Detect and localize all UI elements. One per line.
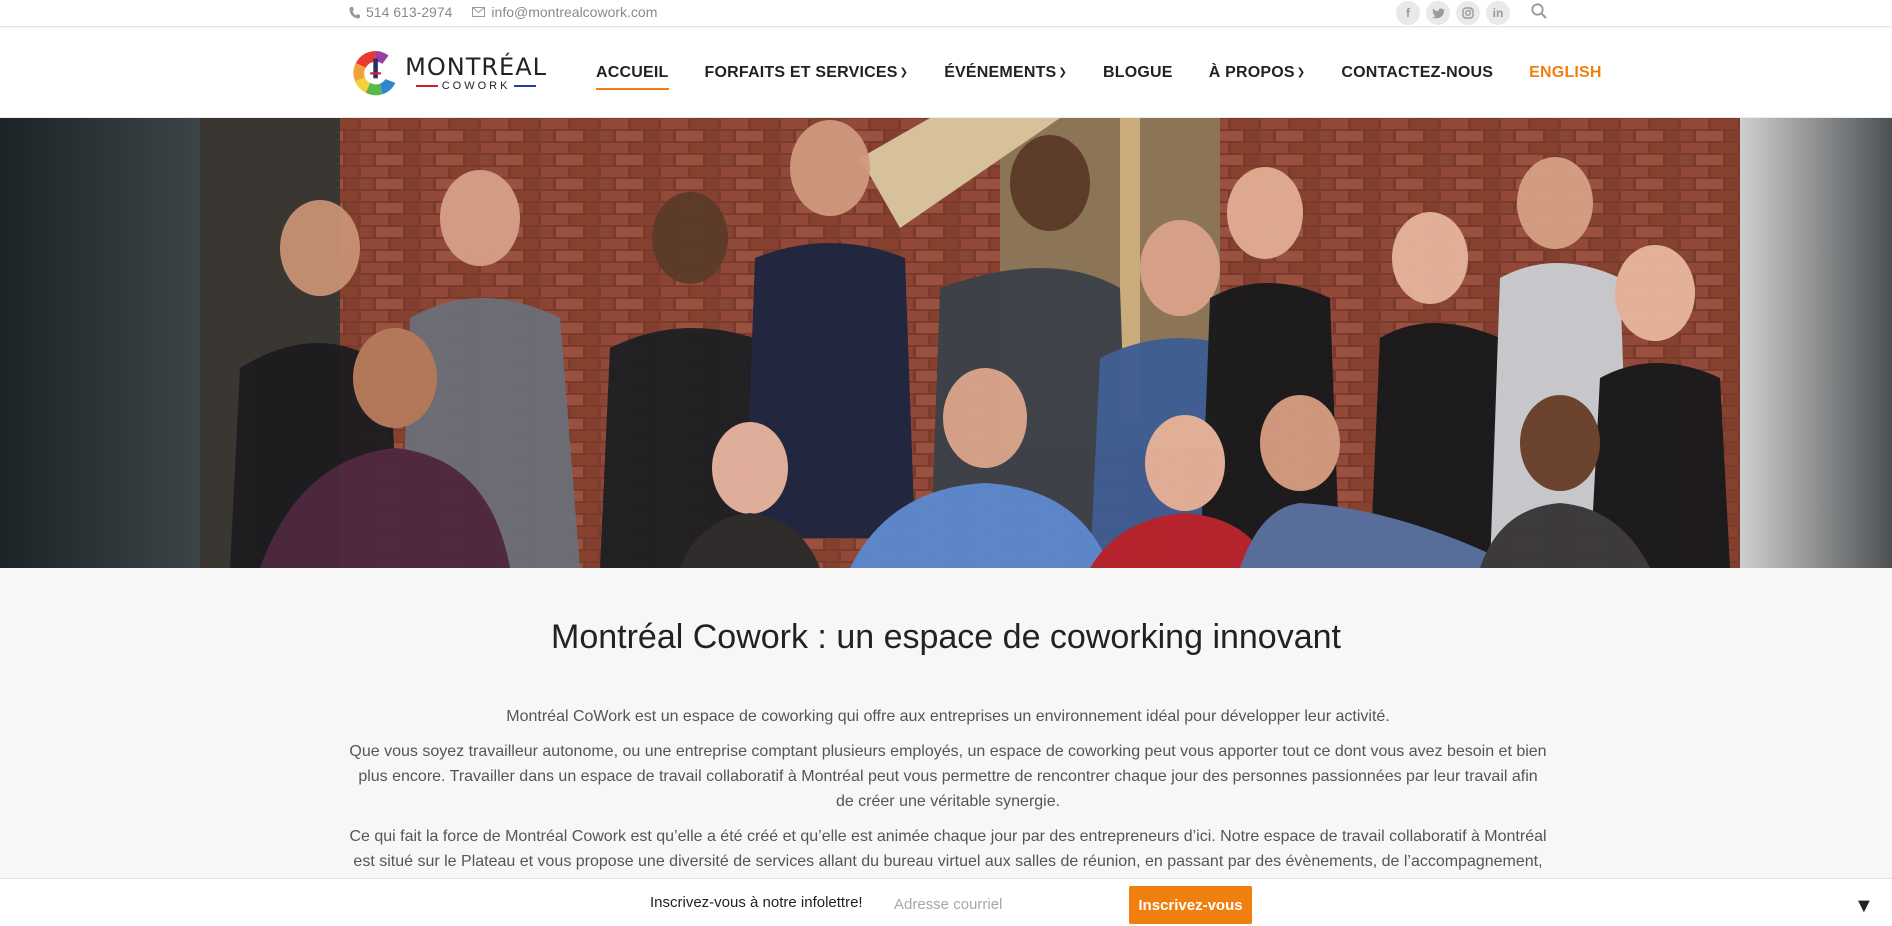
- hero-team-photo: [0, 118, 1892, 568]
- email-item[interactable]: info@montrealcowork.com: [472, 4, 657, 20]
- nav-english[interactable]: ENGLISH: [1529, 58, 1602, 88]
- newsletter-subscribe-button[interactable]: Inscrivez-vous: [1129, 886, 1252, 924]
- contact-info: 514 613-2974 info@montrealcowork.com: [349, 0, 657, 24]
- nav-label: ÉVÉNEMENTS: [944, 64, 1057, 81]
- intro-paragraph-1: Montréal CoWork est un espace de coworki…: [506, 708, 1390, 725]
- nav-label: ACCUEIL: [596, 64, 669, 81]
- logo-mark-icon: [353, 50, 398, 96]
- intro-section: Montréal Cowork : un espace de coworking…: [0, 568, 1892, 878]
- envelope-icon: [472, 7, 486, 17]
- site-logo[interactable]: MONTRÉAL COWORK: [352, 42, 547, 104]
- nav-contactez-nous[interactable]: CONTACTEZ-NOUS: [1341, 58, 1493, 88]
- nav-blogue[interactable]: BLOGUE: [1103, 58, 1173, 88]
- chevron-down-icon: ❯: [899, 67, 909, 78]
- phone-number: 514 613-2974: [366, 4, 453, 20]
- nav-label: CONTACTEZ-NOUS: [1341, 64, 1494, 81]
- main-nav: ACCUEIL FORFAITS ET SERVICES ❯ ÉVÉNEMENTS…: [596, 28, 1602, 118]
- nav-label: BLOGUE: [1103, 64, 1173, 81]
- nav-a-propos[interactable]: À PROPOS ❯: [1209, 58, 1306, 88]
- nav-accueil[interactable]: ACCUEIL: [596, 58, 669, 90]
- site-header: MONTRÉAL COWORK ACCUEIL FORFAITS ET SERV…: [0, 28, 1892, 118]
- chevron-down-icon: ❯: [1296, 67, 1306, 78]
- phone-item[interactable]: 514 613-2974: [349, 4, 452, 20]
- intro-paragraph-3: Ce qui fait la force de Montréal Cowork …: [349, 828, 1547, 870]
- top-bar: 514 613-2974 info@montrealcowork.com f i…: [0, 0, 1892, 27]
- logo-line2: COWORK: [441, 79, 511, 92]
- newsletter-bar: Inscrivez-vous à notre infolettre! Inscr…: [0, 878, 1892, 926]
- newsletter-label: Inscrivez-vous à notre infolettre!: [650, 894, 863, 911]
- logo-text: MONTRÉAL COWORK: [405, 55, 547, 92]
- instagram-icon[interactable]: [1456, 1, 1480, 25]
- linkedin-icon[interactable]: in: [1486, 1, 1510, 25]
- facebook-icon[interactable]: f: [1396, 1, 1420, 25]
- logo-line2-wrap: COWORK: [415, 79, 537, 92]
- search-icon[interactable]: [1530, 2, 1548, 20]
- twitter-icon[interactable]: [1426, 1, 1450, 25]
- nav-evenements[interactable]: ÉVÉNEMENTS ❯: [944, 58, 1067, 88]
- page-title: Montréal Cowork : un espace de coworking…: [551, 618, 1341, 656]
- social-links: f in: [1396, 1, 1510, 25]
- nav-forfaits-et-services[interactable]: FORFAITS ET SERVICES ❯: [705, 58, 909, 88]
- collapse-arrow-icon[interactable]: ▼: [1854, 895, 1874, 918]
- chevron-down-icon: ❯: [1058, 67, 1068, 78]
- nav-label: À PROPOS: [1208, 64, 1295, 81]
- newsletter-email-input[interactable]: [882, 888, 1122, 920]
- logo-line1: MONTRÉAL: [405, 52, 547, 81]
- nav-label: ENGLISH: [1529, 64, 1602, 81]
- email-address: info@montrealcowork.com: [491, 4, 658, 20]
- intro-paragraph-2: Que vous soyez travailleur autonome, ou …: [349, 743, 1547, 810]
- nav-label: FORFAITS ET SERVICES: [704, 64, 898, 81]
- phone-icon: [349, 6, 360, 18]
